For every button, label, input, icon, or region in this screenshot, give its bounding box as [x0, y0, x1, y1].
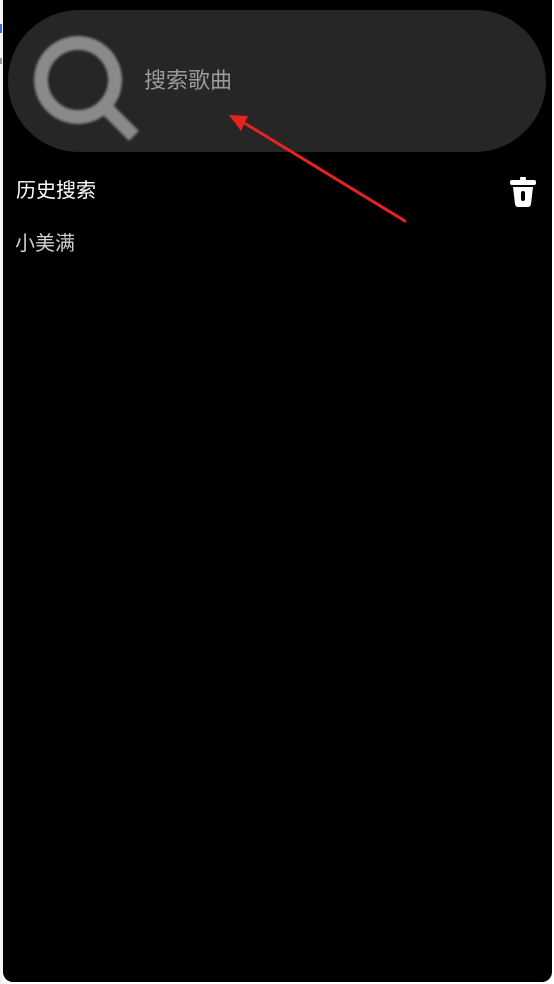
search-icon[interactable]	[26, 28, 142, 144]
edge-mark-blue	[0, 24, 2, 33]
search-bar[interactable]	[8, 10, 546, 152]
edge-mark-gray	[0, 58, 2, 64]
app-screen: 历史搜索 小美满	[3, 0, 552, 982]
search-input[interactable]	[144, 60, 524, 102]
clear-history-button[interactable]	[505, 174, 541, 210]
history-section-title: 历史搜索	[16, 178, 96, 202]
history-item[interactable]: 小美满	[15, 229, 75, 257]
trash-icon	[510, 177, 536, 207]
